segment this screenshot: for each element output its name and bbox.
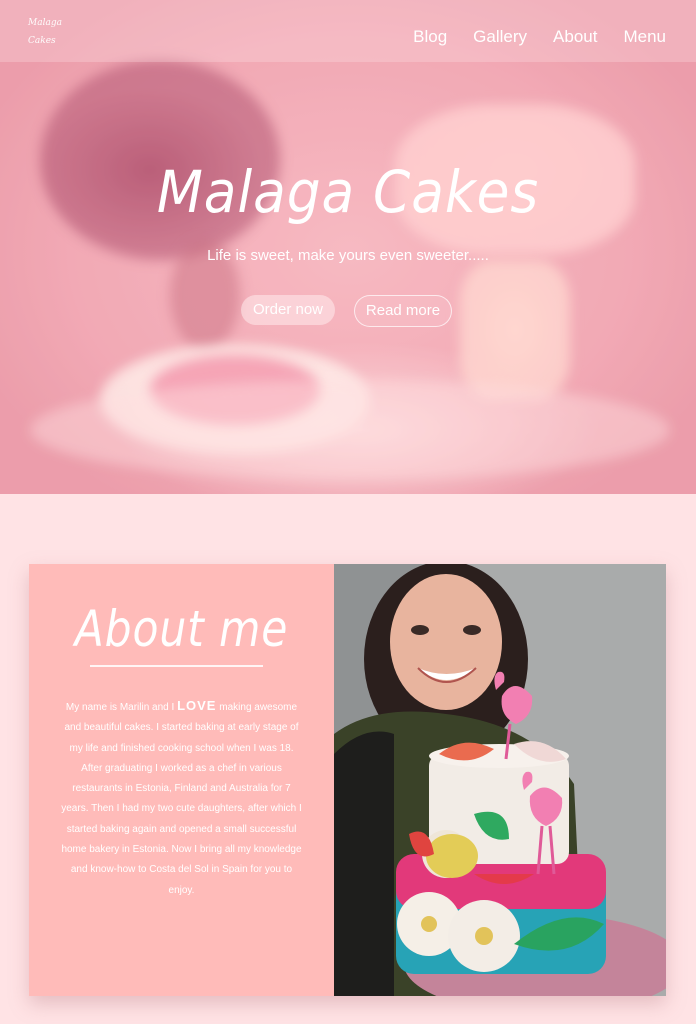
main-nav: Blog Gallery About Menu xyxy=(387,27,666,47)
nav-link-about[interactable]: About xyxy=(553,27,597,47)
logo-line2: Cakes xyxy=(28,36,56,46)
nav-link-gallery[interactable]: Gallery xyxy=(473,27,527,47)
logo-line1: Malaga xyxy=(28,18,62,28)
about-text-panel: About me My name is Marilin and I LOVE m… xyxy=(29,564,334,996)
about-photo xyxy=(334,564,666,996)
hero-tagline: Life is sweet, make yours even sweeter..… xyxy=(207,247,489,264)
hero-section: Malaga Cakes Blog Gallery About Menu Mal… xyxy=(0,0,696,494)
baker-with-cake-image xyxy=(334,564,666,996)
order-now-button[interactable]: Order now xyxy=(241,295,335,325)
nav-link-menu[interactable]: Menu xyxy=(623,27,666,47)
hero-title: Malaga Cakes xyxy=(156,158,540,226)
about-section: About me My name is Marilin and I LOVE m… xyxy=(29,564,666,996)
site-logo[interactable]: Malaga Cakes xyxy=(28,14,68,50)
about-body: My name is Marilin and I LOVE making awe… xyxy=(61,698,302,896)
read-more-button[interactable]: Read more xyxy=(354,295,452,327)
about-title-underline xyxy=(90,665,263,667)
nav-link-blog[interactable]: Blog xyxy=(413,27,447,47)
love-emphasis: LOVE xyxy=(177,698,217,713)
top-navbar: Malaga Cakes Blog Gallery About Menu xyxy=(0,0,696,62)
about-title: About me xyxy=(74,600,289,658)
